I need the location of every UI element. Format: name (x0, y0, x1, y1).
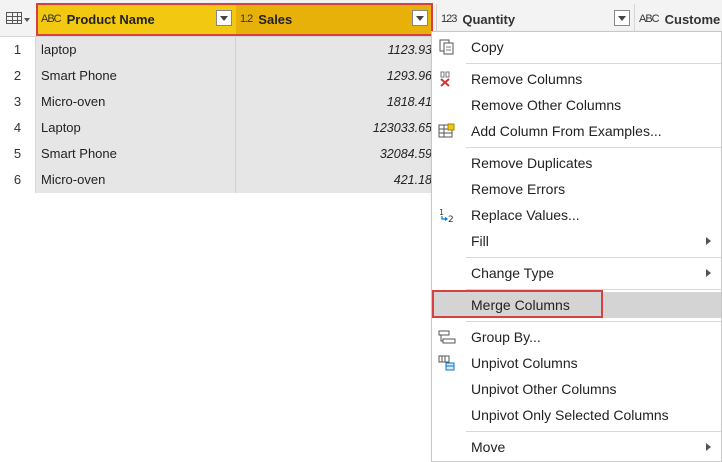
menu-item-add-column-from-examples[interactable]: Add Column From Examples... (432, 118, 721, 144)
menu-item-remove-other-columns[interactable]: Remove Other Columns (432, 92, 721, 118)
cell-product-name[interactable]: Micro-oven (36, 89, 236, 115)
add-column-examples-icon (438, 123, 455, 138)
group-by-icon (438, 330, 456, 344)
menu-item-label: Change Type (471, 265, 555, 281)
whole-number-type-icon[interactable]: 123 (441, 13, 457, 25)
cell-sales[interactable]: 1293.96 (236, 63, 436, 89)
menu-item-label: Unpivot Columns (471, 355, 578, 371)
menu-separator (466, 257, 721, 258)
table-menu-button[interactable] (0, 0, 36, 36)
header-highlight-box (36, 3, 433, 36)
column-title: Quantity (462, 11, 516, 27)
text-type-icon[interactable]: ABC (639, 13, 660, 25)
menu-item-change-type[interactable]: Change Type (432, 260, 721, 286)
svg-text:1: 1 (439, 208, 444, 217)
submenu-arrow-icon (706, 443, 711, 451)
menu-item-unpivot-columns[interactable]: Unpivot Columns (432, 350, 721, 376)
menu-item-remove-errors[interactable]: Remove Errors (432, 176, 721, 202)
cell-product-name[interactable]: Smart Phone (36, 63, 236, 89)
cell-sales[interactable]: 1818.41 (236, 89, 436, 115)
menu-item-label: Group By... (471, 329, 541, 345)
menu-item-label: Move (471, 439, 506, 455)
row-number[interactable]: 2 (0, 63, 36, 89)
row-number[interactable]: 4 (0, 115, 36, 141)
table-row[interactable]: 2 Smart Phone 1293.96 (0, 63, 436, 89)
cell-product-name[interactable]: Micro-oven (36, 167, 236, 193)
table-row[interactable]: 5 Smart Phone 32084.59 (0, 141, 436, 167)
table-row[interactable]: 3 Micro-oven 1818.41 (0, 89, 436, 115)
cell-sales[interactable]: 32084.59 (236, 141, 436, 167)
replace-values-icon: 1 2 (439, 208, 454, 223)
menu-item-label: Remove Errors (471, 181, 566, 197)
table-icon (6, 12, 22, 24)
submenu-arrow-icon (706, 269, 711, 277)
cell-product-name[interactable]: laptop (36, 37, 236, 63)
menu-item-remove-duplicates[interactable]: Remove Duplicates (432, 150, 721, 176)
menu-item-remove-columns[interactable]: Remove Columns (432, 66, 721, 92)
column-title: Custome (664, 11, 721, 27)
menu-item-label: Fill (471, 233, 489, 249)
menu-separator (466, 431, 721, 432)
svg-text:2: 2 (448, 215, 454, 223)
submenu-arrow-icon (706, 237, 711, 245)
cell-sales[interactable]: 123033.65 (236, 115, 436, 141)
menu-item-move[interactable]: Move (432, 434, 721, 460)
cell-sales[interactable]: 421.18 (236, 167, 436, 193)
cell-product-name[interactable]: Laptop (36, 115, 236, 141)
menu-separator (466, 147, 721, 148)
column-header-customer[interactable]: ABC Custome (634, 4, 722, 34)
menu-item-replace-values[interactable]: 1 2 Replace Values... (432, 202, 721, 228)
column-header-quantity[interactable]: 123 Quantity (436, 4, 634, 34)
chevron-down-icon (24, 18, 30, 22)
table-row[interactable]: 4 Laptop 123033.65 (0, 115, 436, 141)
menu-item-group-by[interactable]: Group By... (432, 324, 721, 350)
menu-item-label: Copy (471, 39, 504, 55)
menu-item-copy[interactable]: Copy (432, 34, 721, 60)
table-row[interactable]: 6 Micro-oven 421.18 (0, 167, 436, 193)
row-number[interactable]: 1 (0, 37, 36, 63)
menu-item-label: Remove Columns (471, 71, 583, 87)
menu-item-label: Add Column From Examples... (471, 123, 662, 139)
menu-item-fill[interactable]: Fill (432, 228, 721, 254)
menu-separator (466, 63, 721, 64)
menu-item-unpivot-only-selected-columns[interactable]: Unpivot Only Selected Columns (432, 402, 721, 428)
merge-columns-highlight-box (432, 290, 603, 318)
remove-columns-icon (440, 71, 450, 87)
column-context-menu: Copy Remove Columns Remove Other Columns… (431, 31, 722, 462)
row-number[interactable]: 5 (0, 141, 36, 167)
row-number[interactable]: 6 (0, 167, 36, 193)
cell-product-name[interactable]: Smart Phone (36, 141, 236, 167)
row-number[interactable]: 3 (0, 89, 36, 115)
unpivot-icon (438, 355, 455, 371)
menu-item-label: Unpivot Only Selected Columns (471, 407, 669, 423)
menu-item-label: Remove Other Columns (471, 97, 622, 113)
menu-item-label: Replace Values... (471, 207, 580, 223)
cell-sales[interactable]: 1123.93 (236, 37, 436, 63)
menu-item-unpivot-other-columns[interactable]: Unpivot Other Columns (432, 376, 721, 402)
column-filter-dropdown[interactable] (614, 10, 630, 26)
menu-item-label: Remove Duplicates (471, 155, 593, 171)
menu-separator (466, 321, 721, 322)
table-row[interactable]: 1 laptop 1123.93 (0, 37, 436, 63)
menu-item-label: Unpivot Other Columns (471, 381, 617, 397)
copy-icon (439, 39, 454, 55)
